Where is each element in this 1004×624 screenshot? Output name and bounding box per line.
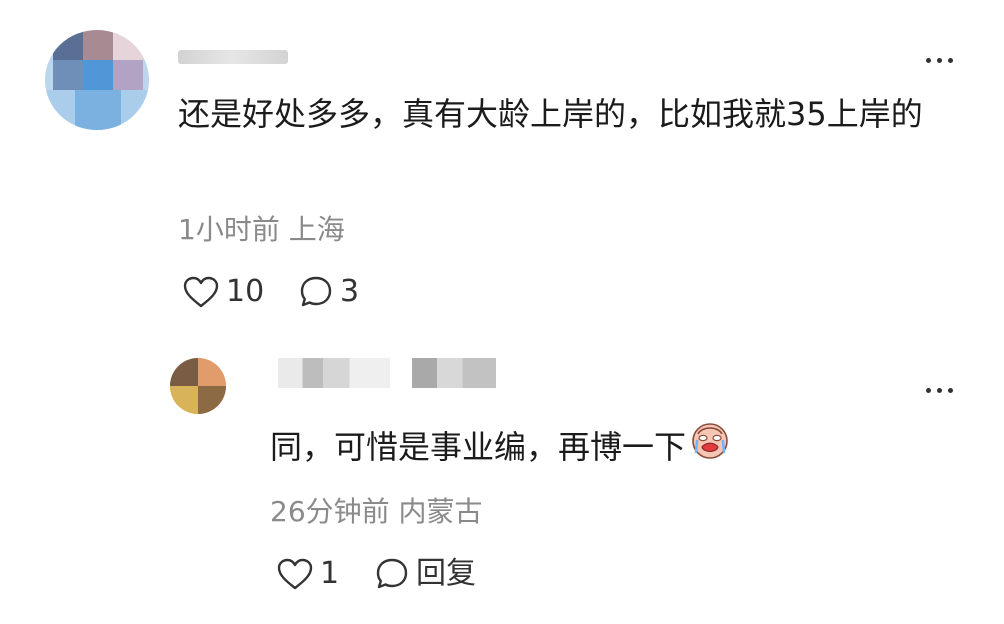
speech-bubble-icon — [300, 276, 332, 307]
reply-button[interactable]: 回复 — [374, 556, 476, 592]
heart-outline-icon — [183, 276, 219, 308]
avatar[interactable] — [170, 358, 226, 414]
avatar[interactable] — [45, 30, 149, 130]
reply-count: 3 — [340, 274, 360, 309]
reply-text: 同，可惜是事业编，再博一下 — [270, 427, 687, 466]
reply-label: 回复 — [416, 556, 476, 591]
username-obscured[interactable] — [278, 358, 390, 388]
comment-text: 还是好处多多，真有大龄上岸的，比如我就35上岸的 — [178, 95, 923, 133]
username-obscured[interactable] — [178, 50, 288, 64]
reply-text-line: 同，可惜是事业编，再博一下 — [270, 420, 730, 473]
crying-face-emoji — [690, 420, 730, 473]
speech-bubble-icon — [376, 558, 408, 589]
like-count: 10 — [226, 274, 265, 309]
more-dots-icon[interactable] — [926, 42, 959, 68]
like-button[interactable]: 1 — [276, 556, 339, 592]
more-dots-icon[interactable] — [926, 372, 959, 398]
like-button[interactable]: 10 — [182, 274, 264, 310]
like-count: 1 — [320, 556, 340, 591]
username-obscured — [412, 358, 496, 388]
reply-count-button[interactable]: 3 — [298, 274, 359, 310]
heart-outline-icon — [277, 558, 313, 590]
comment-meta: 1小时前 上海 — [178, 213, 345, 246]
reply-meta: 26分钟前 内蒙古 — [270, 495, 483, 528]
